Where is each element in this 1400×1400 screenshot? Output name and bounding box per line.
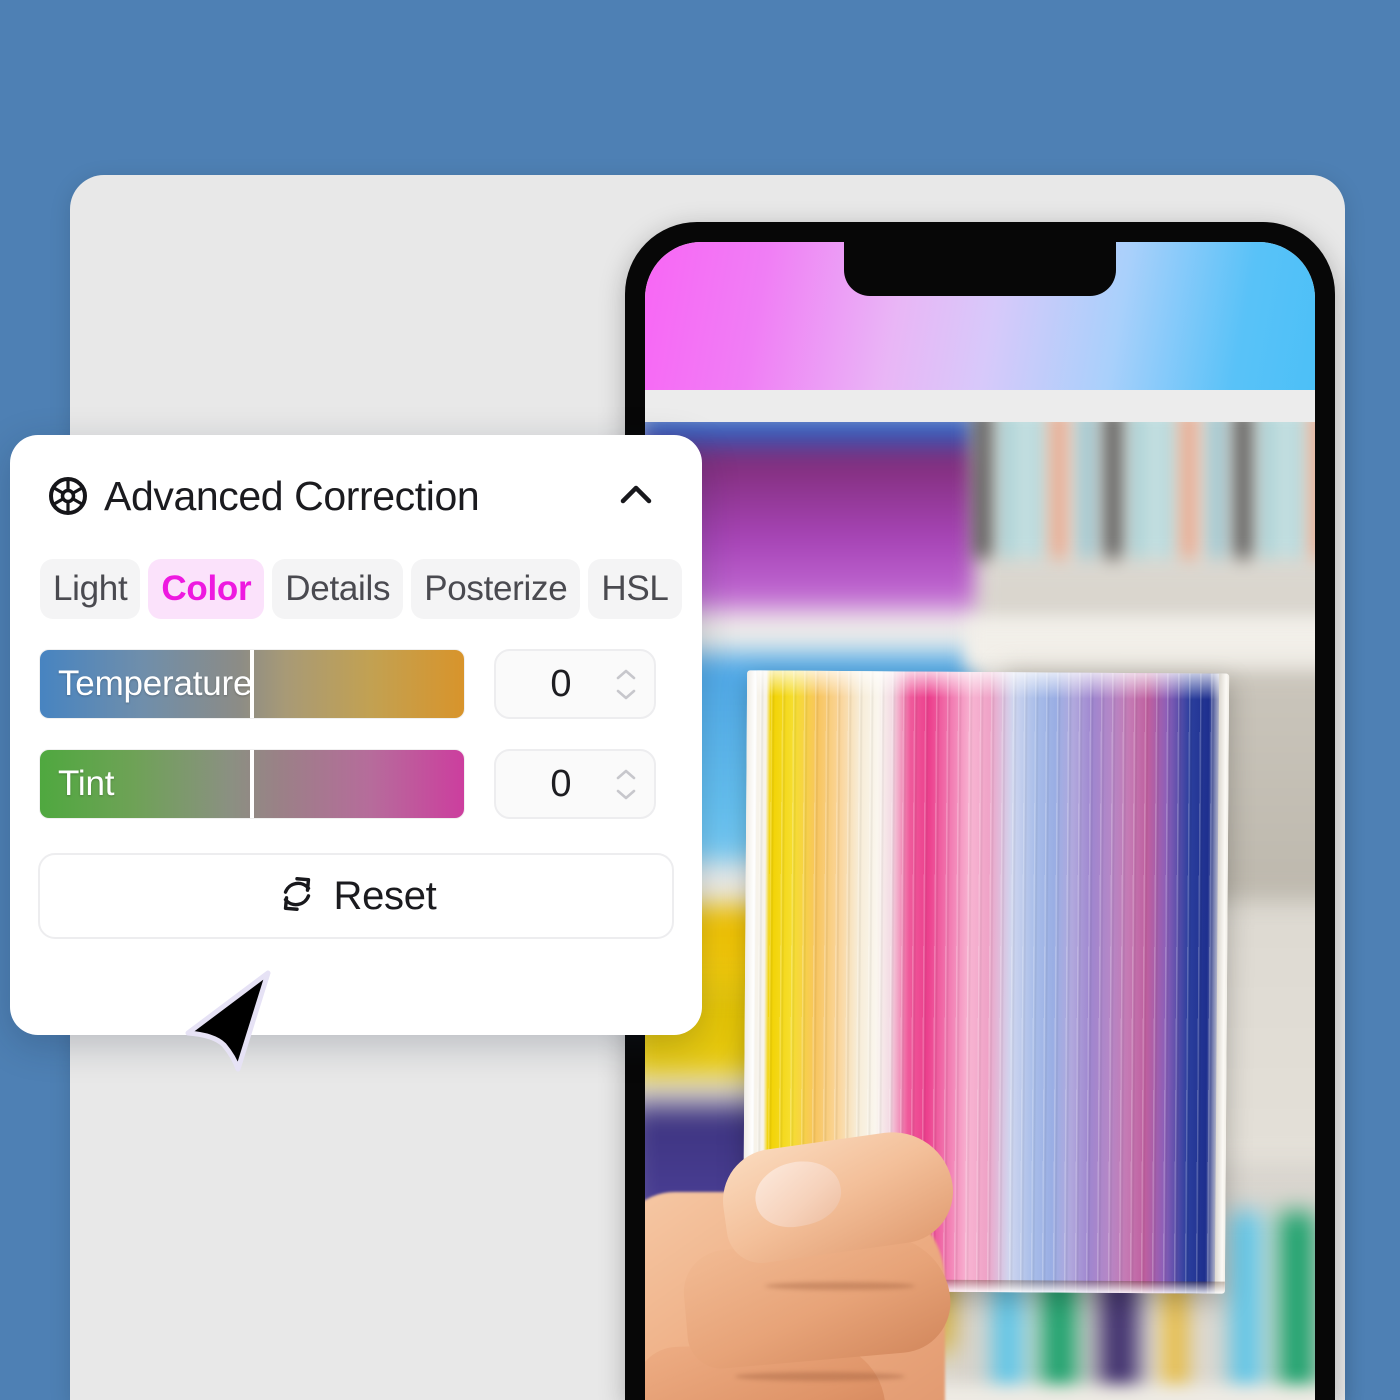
phone-mockup — [625, 222, 1335, 1400]
phone-notch — [844, 242, 1116, 296]
tint-slider-label: Tint — [58, 764, 115, 803]
refresh-circular-arrows-icon — [276, 873, 318, 920]
panel-title: Advanced Correction — [104, 472, 480, 519]
up-down-chevron-icon[interactable] — [610, 668, 654, 701]
temperature-slider-row: Temperature 0 — [38, 649, 674, 719]
temperature-slider-label: Temperature — [58, 664, 253, 703]
chevron-up-icon[interactable] — [610, 470, 662, 522]
temperature-slider[interactable]: Temperature — [40, 650, 464, 718]
tint-slider-row: Tint 0 — [38, 749, 674, 819]
screenshot-root: Advanced Correction Light Color Details … — [0, 0, 1400, 1400]
tab-color[interactable]: Color — [148, 559, 265, 619]
tab-posterize[interactable]: Posterize — [411, 559, 581, 619]
temperature-stepper[interactable]: 0 — [494, 649, 656, 719]
tint-slider-handle[interactable] — [250, 750, 254, 818]
tab-hsl[interactable]: HSL — [588, 559, 682, 619]
color-wheel-icon — [48, 476, 88, 516]
tint-slider[interactable]: Tint — [40, 750, 464, 818]
adjustment-tabs: Light Color Details Posterize HSL — [38, 559, 682, 619]
panel-header: Advanced Correction — [38, 467, 674, 525]
tint-stepper[interactable]: 0 — [494, 749, 656, 819]
reset-button[interactable]: Reset — [38, 853, 674, 939]
temperature-slider-handle[interactable] — [250, 650, 254, 718]
photo-preview[interactable] — [645, 422, 1315, 1400]
phone-screen — [645, 242, 1315, 1400]
tab-light[interactable]: Light — [40, 559, 141, 619]
reset-button-label: Reset — [333, 873, 437, 918]
hand-holding-canvas — [645, 1122, 1015, 1400]
temperature-value[interactable]: 0 — [496, 663, 610, 706]
screen-spacer — [645, 390, 1315, 422]
advanced-correction-panel: Advanced Correction Light Color Details … — [10, 435, 702, 1035]
up-down-chevron-icon[interactable] — [610, 768, 654, 801]
tab-details[interactable]: Details — [272, 559, 404, 619]
tint-value[interactable]: 0 — [496, 763, 610, 806]
